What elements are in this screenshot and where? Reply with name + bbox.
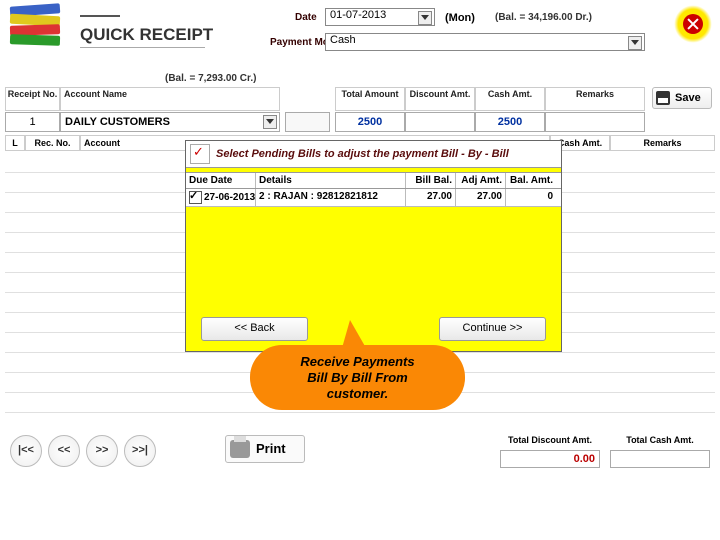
total-discount-value: 0.00 [500, 450, 600, 468]
col-total-amount: Total Amount [335, 87, 405, 111]
date-input[interactable]: 01-07-2013 [325, 8, 435, 26]
print-button[interactable]: Print [225, 435, 305, 463]
printer-icon [230, 440, 250, 458]
col-discount-amt: Discount Amt. [405, 87, 475, 111]
row-checkbox[interactable] [189, 191, 202, 204]
books-icon [10, 5, 65, 50]
col-cash-amt: Cash Amt. [475, 87, 545, 111]
popup-column-headers: Due Date Details Bill Bal. Adj Amt. Bal.… [186, 172, 561, 189]
popup-row[interactable]: 27-06-2013 2 : RAJAN : 92812821812 27.00… [186, 189, 561, 207]
paymode-input[interactable]: Cash [325, 33, 645, 51]
dcol-recno: Rec. No. [25, 135, 80, 151]
nav-first[interactable]: |<< [10, 435, 42, 467]
balance-row: (Bal. = 7,293.00 Cr.) [165, 73, 256, 84]
callout-text: Receive PaymentsBill By Bill Fromcustome… [300, 354, 414, 402]
nav-last[interactable]: >>| [124, 435, 156, 467]
popup-title: Select Pending Bills to adjust the payme… [216, 148, 509, 160]
page-title: QUICK RECEIPT [80, 25, 213, 45]
paymode-value: Cash [330, 34, 356, 46]
pending-bills-popup: Select Pending Bills to adjust the payme… [185, 140, 562, 352]
detail-button[interactable] [285, 112, 330, 132]
account-name-input[interactable]: DAILY CUSTOMERS [60, 112, 280, 132]
col-receipt-no: Receipt No. [5, 87, 60, 111]
dcol-l: L [5, 135, 25, 151]
date-value: 01-07-2013 [330, 9, 386, 21]
total-discount-label: Total Discount Amt. [500, 435, 600, 445]
continue-button[interactable]: Continue >> [439, 317, 546, 341]
chevron-down-icon[interactable] [628, 36, 642, 50]
discount-amt-input[interactable] [405, 112, 475, 132]
remarks-input[interactable] [545, 112, 645, 132]
close-icon [683, 14, 703, 34]
chevron-down-icon[interactable] [418, 11, 432, 25]
total-amount-input[interactable]: 2500 [335, 112, 405, 132]
chevron-down-icon[interactable] [263, 115, 277, 129]
dcol-remarks: Remarks [610, 135, 715, 151]
nav-next[interactable]: >> [86, 435, 118, 467]
col-remarks: Remarks [545, 87, 645, 111]
receipt-no-input[interactable]: 1 [5, 112, 60, 132]
total-cash-label: Total Cash Amt. [610, 435, 710, 445]
save-button[interactable]: Save [652, 87, 712, 109]
balance-top: (Bal. = 34,196.00 Dr.) [495, 12, 592, 23]
callout-bubble: Receive PaymentsBill By Bill Fromcustome… [250, 345, 465, 410]
cash-amt-input[interactable]: 2500 [475, 112, 545, 132]
back-button[interactable]: << Back [201, 317, 308, 341]
nav-prev[interactable]: << [48, 435, 80, 467]
save-icon [656, 91, 670, 105]
close-button[interactable] [674, 5, 712, 43]
total-cash-value [610, 450, 710, 468]
col-account-name: Account Name [60, 87, 280, 111]
day-label: (Mon) [445, 12, 475, 24]
date-label: Date [295, 12, 317, 23]
checklist-icon [190, 144, 210, 164]
